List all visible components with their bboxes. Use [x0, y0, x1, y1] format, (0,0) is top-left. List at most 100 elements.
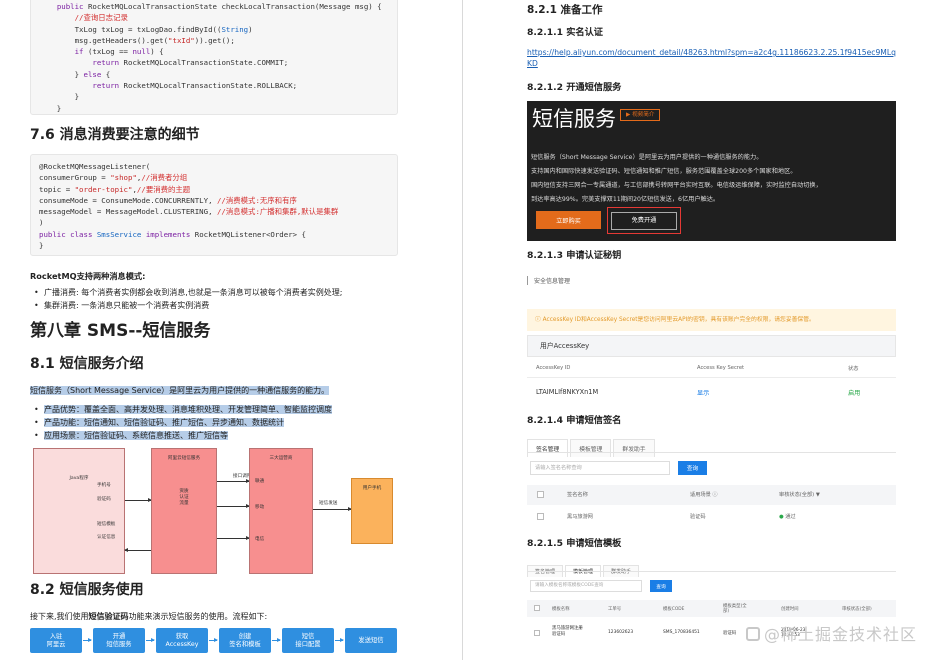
tab-underline: [527, 571, 896, 572]
diagram-label: 验证码: [97, 497, 111, 502]
code-line: @RocketMQMessageListener(: [39, 162, 151, 171]
tab-bulk-assistant[interactable]: 群发助手: [613, 439, 655, 457]
diagram-label: 电信: [255, 537, 265, 542]
sign-query-button[interactable]: 查询: [678, 461, 707, 475]
sign-col-status: 审核状态(全部) ▼: [779, 492, 820, 498]
accesskey-warning: ⓘ AccessKey ID和AccessKey Secret是您访问阿里云AP…: [527, 309, 896, 331]
carriers-box: 三大运营商: [249, 448, 313, 574]
arrow-icon: [217, 479, 250, 483]
flow-step: 入驻 阿里云: [30, 628, 82, 653]
aliyun-sms-box: 阿里云短信服务 资质 认证 流量: [151, 448, 217, 574]
security-info-label: 安全信息管理: [527, 276, 570, 285]
page-divider: [462, 0, 463, 660]
heading-8-2-1-1: 8.2.1.1 实名认证: [527, 27, 603, 38]
tpl-type: 验证码: [723, 631, 737, 636]
code-line: }: [39, 103, 62, 113]
list-item: 产品功能：短信通知、短信验证码、推广短信、异步通知、数据统计: [30, 416, 430, 429]
template-tabs: 签名管理 模板管理 群发助手: [527, 558, 641, 577]
tab-sign-management[interactable]: 签名管理: [527, 439, 569, 457]
tpl-code: SMS_170836451: [663, 630, 700, 635]
sign-status: ● 通过: [779, 514, 796, 520]
heading-8-2-1-3: 8.2.1.3 申请认证秘钥: [527, 250, 622, 261]
heading-8-2-1: 8.2.1 准备工作: [527, 4, 603, 16]
code-line: if (txLog == null) {: [74, 47, 164, 57]
arrow-icon: [313, 507, 352, 511]
juejin-logo-icon: [746, 627, 760, 641]
sms-usage-flow: 入驻 阿里云 开通 短信服务 获取 AccessKey 创建 签名和模板 短信 接口配置 发送短信: [30, 628, 400, 660]
list-item: 应用场景：短信验证码、系统信息推送、推广短信等: [30, 429, 430, 442]
diagram-label: 移动: [255, 505, 265, 510]
template-query-button[interactable]: 查询: [650, 580, 672, 592]
code-line: }: [39, 241, 44, 251]
tpl-ticket: 123602623: [608, 630, 634, 635]
tpl-col-type: 模板类型(全部): [723, 604, 747, 614]
code-line: messageModel = MessageModel.CLUSTERING, …: [39, 207, 339, 217]
diagram-label: 短信模板: [97, 522, 116, 527]
flow-arrow-icon: [209, 638, 218, 642]
diagram-label: 认证信息: [97, 535, 116, 540]
code-line: return RocketMQLocalTransactionState.COM…: [92, 58, 289, 68]
select-all-checkbox[interactable]: [537, 491, 544, 498]
buy-now-button[interactable]: 立即购买: [536, 211, 601, 229]
flow-step: 发送短信: [345, 628, 397, 653]
arrow-icon: [217, 536, 250, 540]
code-line: } else {: [39, 69, 111, 79]
tab-template-management[interactable]: 模板管理: [570, 439, 612, 457]
sign-search-input[interactable]: 请输入签名名称查询: [530, 461, 670, 475]
warning-icon: ⓘ: [535, 317, 543, 323]
code-line: consumerGroup = "shop",//消费者分组: [39, 173, 188, 183]
template-table-header: [527, 600, 896, 617]
status-dot-icon: ●: [779, 514, 784, 520]
code-line: consumeMode = ConsumeMode.CONCURRENTLY, …: [39, 195, 297, 205]
ak-id-value: LTAIMLIf8NKYXn1M: [536, 388, 599, 396]
diagram-label: 联通: [255, 479, 265, 484]
flow-arrow-icon: [146, 638, 155, 642]
arrow-icon: [217, 504, 250, 508]
banner-description: 短信服务（Short Message Service）是阿里云为用户提供的一种通…: [531, 154, 822, 203]
sms-service-banner: 短信服务 ▶ 视频简介 短信服务（Short Message Service）是…: [527, 101, 896, 241]
row-checkbox[interactable]: [534, 630, 540, 636]
chapter-title: 第八章 SMS--短信服务: [30, 321, 211, 341]
aliyun-doc-link[interactable]: https://help.aliyun.com/document_detail/…: [527, 47, 897, 69]
select-all-checkbox[interactable]: [534, 605, 540, 611]
row-checkbox[interactable]: [537, 513, 544, 520]
tpl-col-status: 审核状态(全部): [842, 607, 872, 612]
flow-arrow-icon: [272, 638, 281, 642]
flow-arrow-icon: [83, 638, 92, 642]
section-title-7-6: 7.6 消息消费要注意的细节: [30, 127, 200, 143]
code-line: ): [39, 218, 44, 228]
code-line: public RocketMQLocalTransactionState che…: [56, 2, 382, 11]
sign-name: 黑马旅游网: [567, 514, 593, 520]
list-item: 集群消费: 一条消息只能被一个消费者实例消费: [30, 299, 430, 312]
list-item: 产品优势：覆盖全面、高并发处理、消息堆积处理、开发管理简单、智能监控调度: [30, 403, 430, 416]
arrow-icon: [125, 498, 152, 502]
diagram-label: 手机号: [97, 483, 111, 488]
java-program-box: Java程序: [33, 448, 125, 574]
heading-8-2-1-2: 8.2.1.2 开通短信服务: [527, 82, 622, 93]
left-page: public RocketMQLocalTransactionState che…: [0, 0, 462, 660]
sign-tabs: 签名管理 模板管理 群发助手: [527, 436, 657, 457]
flow-arrow-icon: [335, 638, 344, 642]
code-block-check-transaction: public RocketMQLocalTransactionState che…: [30, 0, 398, 115]
list-item: 广播消费: 每个消费者实例都会收到消息,也就是一条消息可以被每个消费者实例处理;: [30, 286, 430, 299]
tpl-col-time: 创建时间: [781, 607, 799, 612]
ak-col-id: AccessKey ID: [536, 365, 571, 371]
template-search-input[interactable]: 请输入模板名称或模板CODE查询: [530, 580, 642, 592]
code-block-listener: @RocketMQMessageListener( consumerGroup =…: [30, 154, 398, 256]
ak-status: 启用: [848, 390, 861, 397]
flow-step: 短信 接口配置: [282, 628, 334, 653]
ak-col-status: 状态: [848, 366, 859, 372]
code-line: }: [39, 92, 80, 102]
flow-step: 开通 短信服务: [93, 628, 145, 653]
sign-scene: 验证码: [690, 514, 706, 520]
free-activate-button[interactable]: 免费开通: [611, 211, 677, 230]
right-page: 8.2.1 准备工作 8.2.1.1 实名认证 https://help.ali…: [464, 0, 925, 660]
sms-features-list: 产品优势：覆盖全面、高并发处理、消息堆积处理、开发管理简单、智能监控调度 产品功…: [30, 403, 430, 442]
video-intro-button[interactable]: ▶ 视频简介: [620, 109, 661, 121]
show-secret-link[interactable]: 显示: [697, 388, 709, 397]
flow-step: 获取 AccessKey: [156, 628, 208, 653]
tpl-col-name: 模板名称: [552, 607, 570, 612]
arrow-icon: [124, 548, 151, 552]
section-title-8-1: 8.1 短信服务介绍: [30, 356, 144, 372]
watermark: @稀土掘金技术社区: [746, 621, 917, 645]
